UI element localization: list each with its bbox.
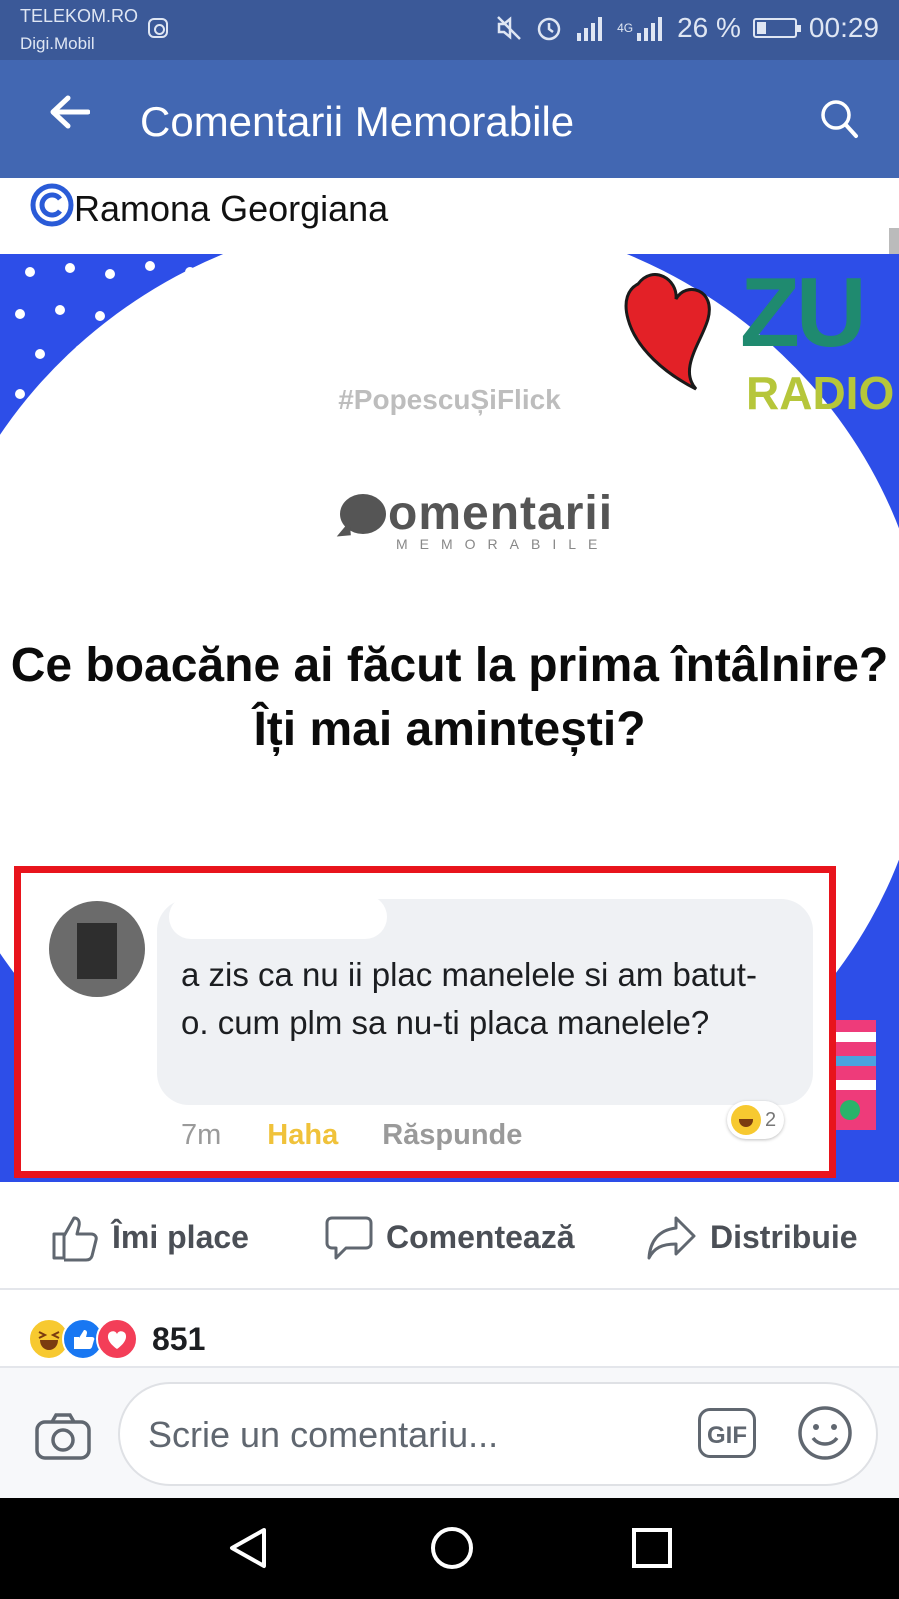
comment-placeholder: Scrie un comentariu... xyxy=(148,1414,499,1455)
like-icon xyxy=(52,1216,98,1262)
avatar xyxy=(49,901,145,997)
network-type: 4G xyxy=(617,21,634,35)
comment-meta: 7m Haha Răspunde xyxy=(181,1119,522,1152)
recents-nav-icon[interactable] xyxy=(630,1524,674,1572)
comment-reaction-badge: 2 xyxy=(727,1101,785,1139)
share-label: Distribuie xyxy=(710,1218,858,1255)
comment-reaction-count: 2 xyxy=(765,1108,777,1131)
comment-composer: Scrie un comentariu... GIF xyxy=(0,1366,899,1500)
back-arrow-icon[interactable] xyxy=(48,94,91,138)
status-bar: TELEKOM.RO Digi.Mobil 4G 26 % 00:29 xyxy=(0,0,899,60)
comment-input[interactable]: Scrie un comentariu... GIF xyxy=(118,1382,878,1486)
home-nav-icon[interactable] xyxy=(428,1524,476,1572)
love-reaction-icon xyxy=(96,1318,138,1360)
comment-icon xyxy=(325,1216,373,1260)
logo-text: omentarii xyxy=(388,487,614,540)
highlighted-comment-frame: a zis ca nu ii plac manelele si am batut… xyxy=(14,866,836,1178)
share-icon xyxy=(647,1216,696,1260)
speech-bubble-icon xyxy=(340,494,386,534)
battery-percent: 26 % xyxy=(677,12,741,43)
like-button[interactable]: Îmi place xyxy=(50,1212,249,1262)
comment-reaction-label: Haha xyxy=(267,1119,339,1151)
reactions-summary[interactable]: 851 xyxy=(28,1318,205,1360)
signal-icon xyxy=(577,17,603,41)
alarm-icon xyxy=(537,17,561,41)
back-nav-icon[interactable] xyxy=(226,1524,270,1572)
question-line-1: Ce boacăne ai făcut la prima întâlnire? xyxy=(10,639,889,692)
emoji-icon[interactable] xyxy=(796,1404,854,1467)
copyright-icon xyxy=(30,183,74,227)
system-nav-bar xyxy=(0,1498,899,1599)
like-label: Îmi place xyxy=(112,1218,249,1255)
signal-4g-icon xyxy=(637,17,663,41)
camera-icon[interactable] xyxy=(34,1412,92,1467)
carrier-name: TELEKOM.RO xyxy=(20,6,139,26)
comment-reply-label: Răspunde xyxy=(382,1119,523,1151)
post-credit: Ramona Georgiana xyxy=(30,183,388,230)
app-bar: Comentarii Memorabile xyxy=(0,60,899,178)
question-text: Ce boacăne ai făcut la prima întâlnire? … xyxy=(0,634,899,762)
page-title: Comentarii Memorabile xyxy=(140,98,575,145)
comment-button[interactable]: Comentează xyxy=(324,1212,575,1262)
carrier-secondary: Digi.Mobil xyxy=(20,34,95,53)
comment-time: 7m xyxy=(181,1119,222,1151)
gif-button[interactable]: GIF xyxy=(698,1408,756,1458)
clock: 00:29 xyxy=(808,12,879,43)
logo-subtext: MEMORABILE xyxy=(396,536,610,552)
share-button[interactable]: Distribuie xyxy=(646,1212,858,1262)
reactions-count: 851 xyxy=(152,1320,206,1357)
zu-logo: ZU xyxy=(740,257,867,367)
credit-name: Ramona Georgiana xyxy=(74,188,389,229)
heart-icon xyxy=(624,273,711,391)
mute-icon xyxy=(497,16,521,40)
comment-text: a zis ca nu ii plac manelele si am batut… xyxy=(181,956,757,1041)
instagram-icon xyxy=(148,18,168,38)
comment-label: Comentează xyxy=(386,1218,575,1255)
side-decoration xyxy=(836,1020,876,1130)
question-line-2: Îți mai amintești? xyxy=(253,703,646,756)
redacted-name xyxy=(169,895,387,939)
battery-icon xyxy=(752,18,801,38)
haha-emoji-icon xyxy=(731,1105,761,1135)
search-icon[interactable] xyxy=(819,98,859,142)
hashtag: #PopescuȘiFlick xyxy=(338,384,561,415)
post-actions: Îmi place Comentează Distribuie xyxy=(0,1184,899,1290)
status-indicators: 4G 26 % 00:29 xyxy=(495,12,879,44)
